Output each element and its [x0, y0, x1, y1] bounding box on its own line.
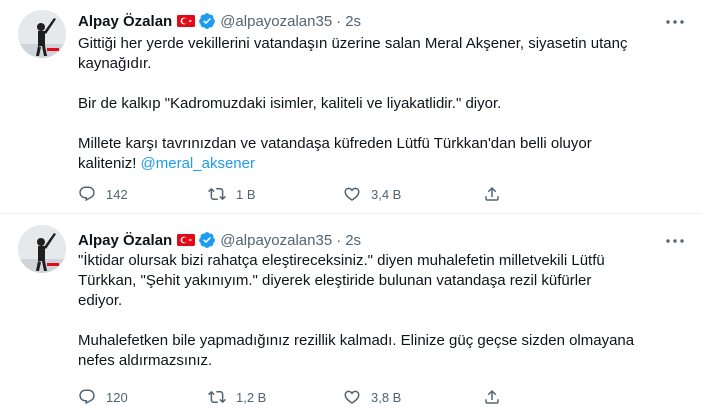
retweet-button[interactable]: 1,2 B — [208, 387, 266, 407]
tweet-paragraph: Gittiği her yerde vekillerini vatandaşın… — [78, 35, 628, 72]
reply-icon — [79, 186, 95, 202]
avatar[interactable] — [18, 225, 66, 273]
retweet-button[interactable]: 1 B — [208, 184, 256, 204]
mention-link[interactable]: @meral_aksener — [141, 155, 255, 172]
like-button[interactable]: 3,4 B — [343, 184, 401, 204]
author-name[interactable]: Alpay Özalan — [78, 13, 172, 30]
tweet[interactable]: Alpay Özalan @alpayozalan35 · 2s "İktida… — [0, 213, 702, 420]
share-icon — [485, 389, 499, 404]
turkey-flag-icon — [177, 15, 196, 27]
tweet-header: Alpay Özalan @alpayozalan35 · 2s — [78, 229, 361, 251]
share-button[interactable] — [483, 184, 501, 204]
author-name[interactable]: Alpay Özalan — [78, 232, 172, 249]
timestamp[interactable]: 2s — [345, 13, 361, 30]
tweet-text: Gittiği her yerde vekillerini vatandaşın… — [78, 34, 638, 174]
avatar-image — [18, 225, 66, 273]
verified-badge-icon — [198, 231, 216, 249]
timestamp[interactable]: 2s — [345, 232, 361, 249]
reply-icon — [79, 389, 95, 405]
author-handle[interactable]: @alpayozalan35 — [220, 13, 332, 30]
tweet[interactable]: Alpay Özalan @alpayozalan35 · 2s Gittiği… — [0, 0, 702, 213]
retweet-icon — [208, 390, 226, 404]
tweet-paragraph: Millete karşı tavrınızdan ve vatandaşa k… — [78, 134, 638, 174]
retweet-count: 1,2 B — [236, 389, 267, 405]
like-count: 3,8 B — [371, 389, 402, 405]
avatar[interactable] — [18, 10, 66, 58]
more-options-icon[interactable] — [662, 231, 688, 251]
avatar-image — [18, 10, 66, 58]
turkey-flag-icon — [177, 234, 196, 246]
like-button[interactable]: 3,8 B — [343, 387, 401, 407]
heart-icon — [344, 390, 360, 404]
tweet-text: "İktidar olursak bizi rahatça eleştirece… — [78, 251, 638, 371]
reply-button[interactable]: 120 — [78, 387, 128, 407]
reply-button[interactable]: 142 — [78, 184, 128, 204]
like-count: 3,4 B — [371, 186, 402, 202]
reply-count: 120 — [106, 389, 128, 405]
tweet-actions: 120 1,2 B 3,8 B — [78, 387, 618, 407]
tweet-paragraph: Muhalefetken bile yapmadığınız rezillik … — [78, 332, 635, 369]
retweet-icon — [208, 187, 226, 201]
separator-dot: · — [336, 12, 342, 30]
tweet-paragraph: "İktidar olursak bizi rahatça eleştirece… — [78, 252, 605, 309]
retweet-count: 1 B — [236, 186, 256, 202]
share-icon — [485, 186, 499, 201]
separator-dot: · — [336, 231, 342, 249]
more-options-icon[interactable] — [662, 12, 688, 32]
heart-icon — [344, 187, 360, 201]
share-button[interactable] — [483, 387, 501, 407]
reply-count: 142 — [106, 186, 128, 202]
tweet-paragraph: Bir de kalkıp "Kadromuzdaki isimler, kal… — [78, 95, 502, 112]
author-handle[interactable]: @alpayozalan35 — [220, 232, 332, 249]
tweet-actions: 142 1 B 3,4 B — [78, 184, 618, 204]
verified-badge-icon — [198, 12, 216, 30]
tweet-header: Alpay Özalan @alpayozalan35 · 2s — [78, 10, 361, 32]
